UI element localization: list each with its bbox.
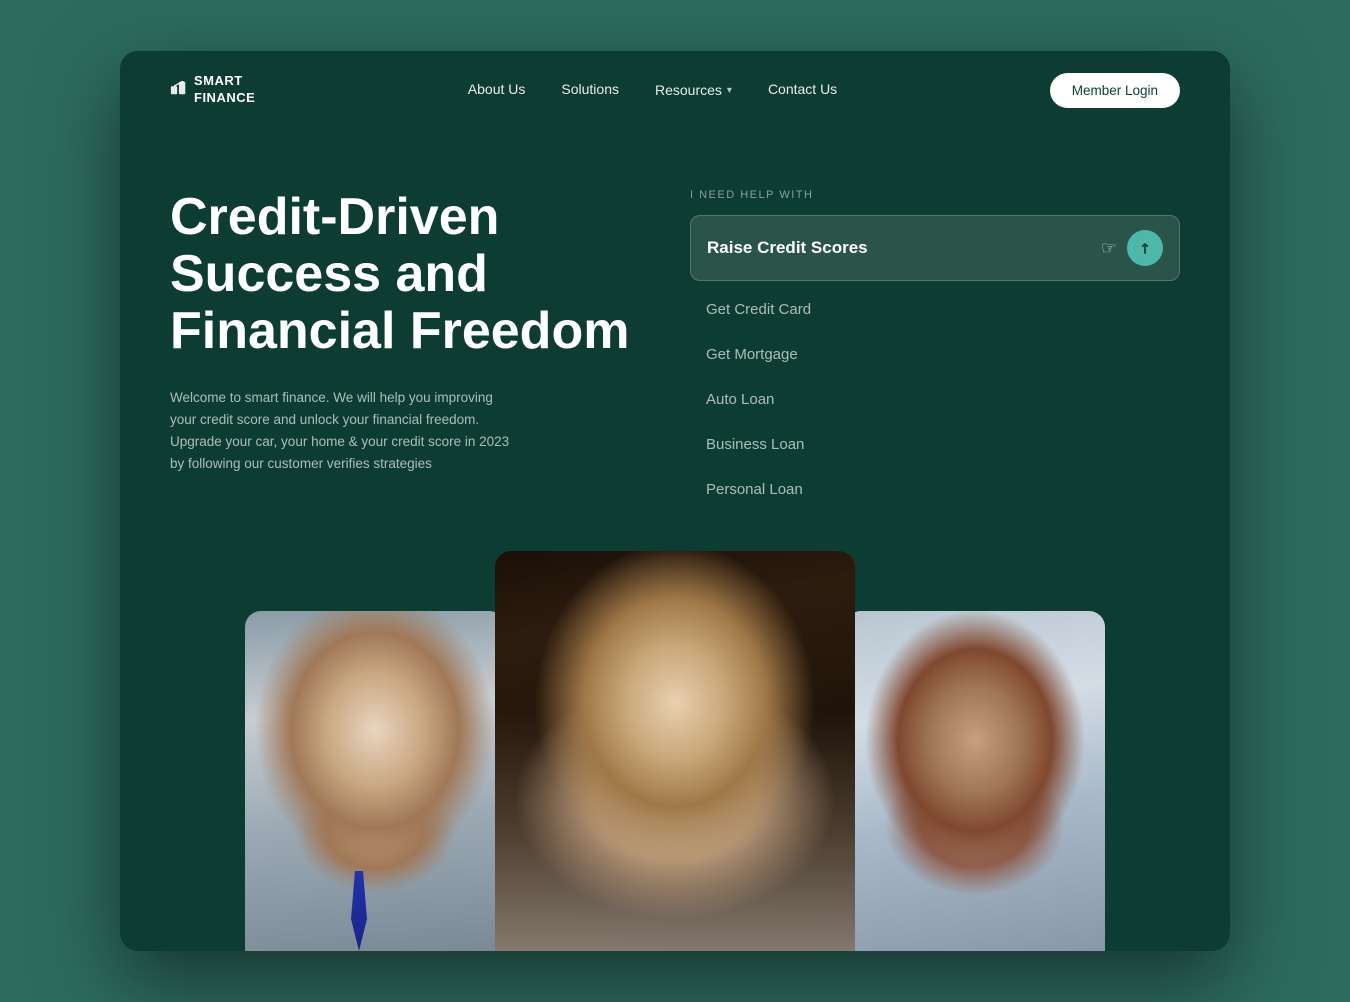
photos-section (120, 551, 1230, 951)
nav-links: About Us Solutions Resources ▾ Contact U… (468, 81, 837, 99)
nav-resources[interactable]: Resources ▾ (655, 82, 732, 98)
hero-description: Welcome to smart finance. We will help y… (170, 387, 510, 476)
nav-solutions[interactable]: Solutions (561, 81, 619, 99)
help-options-list: Get Credit Card Get Mortgage Auto Loan B… (690, 287, 1180, 512)
member-login-button[interactable]: Member Login (1050, 73, 1180, 108)
photo-card-center (495, 551, 855, 951)
arrow-icon: ↗ (1135, 238, 1155, 258)
help-selected-actions: ☞ ↗ (1101, 230, 1163, 266)
logo-icon (170, 79, 188, 97)
help-option-3[interactable]: Business Loan (690, 422, 1180, 467)
go-button[interactable]: ↗ (1127, 230, 1163, 266)
photo-card-left (245, 611, 505, 951)
person-left-image (245, 611, 505, 951)
nav-about[interactable]: About Us (468, 81, 526, 99)
logo-text: SMARTFINANCE (194, 73, 255, 107)
photo-card-right (845, 611, 1105, 951)
tie-detail (349, 871, 369, 951)
help-option-1[interactable]: Get Mortgage (690, 332, 1180, 377)
help-option-0[interactable]: Get Credit Card (690, 287, 1180, 332)
browser-window: SMARTFINANCE About Us Solutions Resource… (120, 51, 1230, 951)
help-option-2[interactable]: Auto Loan (690, 377, 1180, 422)
help-label: I NEED HELP WITH (690, 189, 1180, 201)
help-option-4[interactable]: Personal Loan (690, 467, 1180, 512)
hero-title: Credit-Driven Success and Financial Free… (170, 189, 650, 361)
person-right-image (845, 611, 1105, 951)
help-selected-text: Raise Credit Scores (707, 238, 868, 258)
person-center-image (495, 551, 855, 951)
nav-contact[interactable]: Contact Us (768, 81, 837, 99)
navbar: SMARTFINANCE About Us Solutions Resource… (120, 51, 1230, 129)
cursor-icon: ☞ (1101, 238, 1117, 259)
hero-right: I NEED HELP WITH Raise Credit Scores ☞ ↗… (690, 189, 1180, 512)
hero-section: Credit-Driven Success and Financial Free… (120, 129, 1230, 512)
resources-chevron-icon: ▾ (727, 85, 732, 96)
hero-left: Credit-Driven Success and Financial Free… (170, 189, 650, 512)
help-selected-row[interactable]: Raise Credit Scores ☞ ↗ (690, 215, 1180, 281)
logo: SMARTFINANCE (170, 73, 255, 107)
